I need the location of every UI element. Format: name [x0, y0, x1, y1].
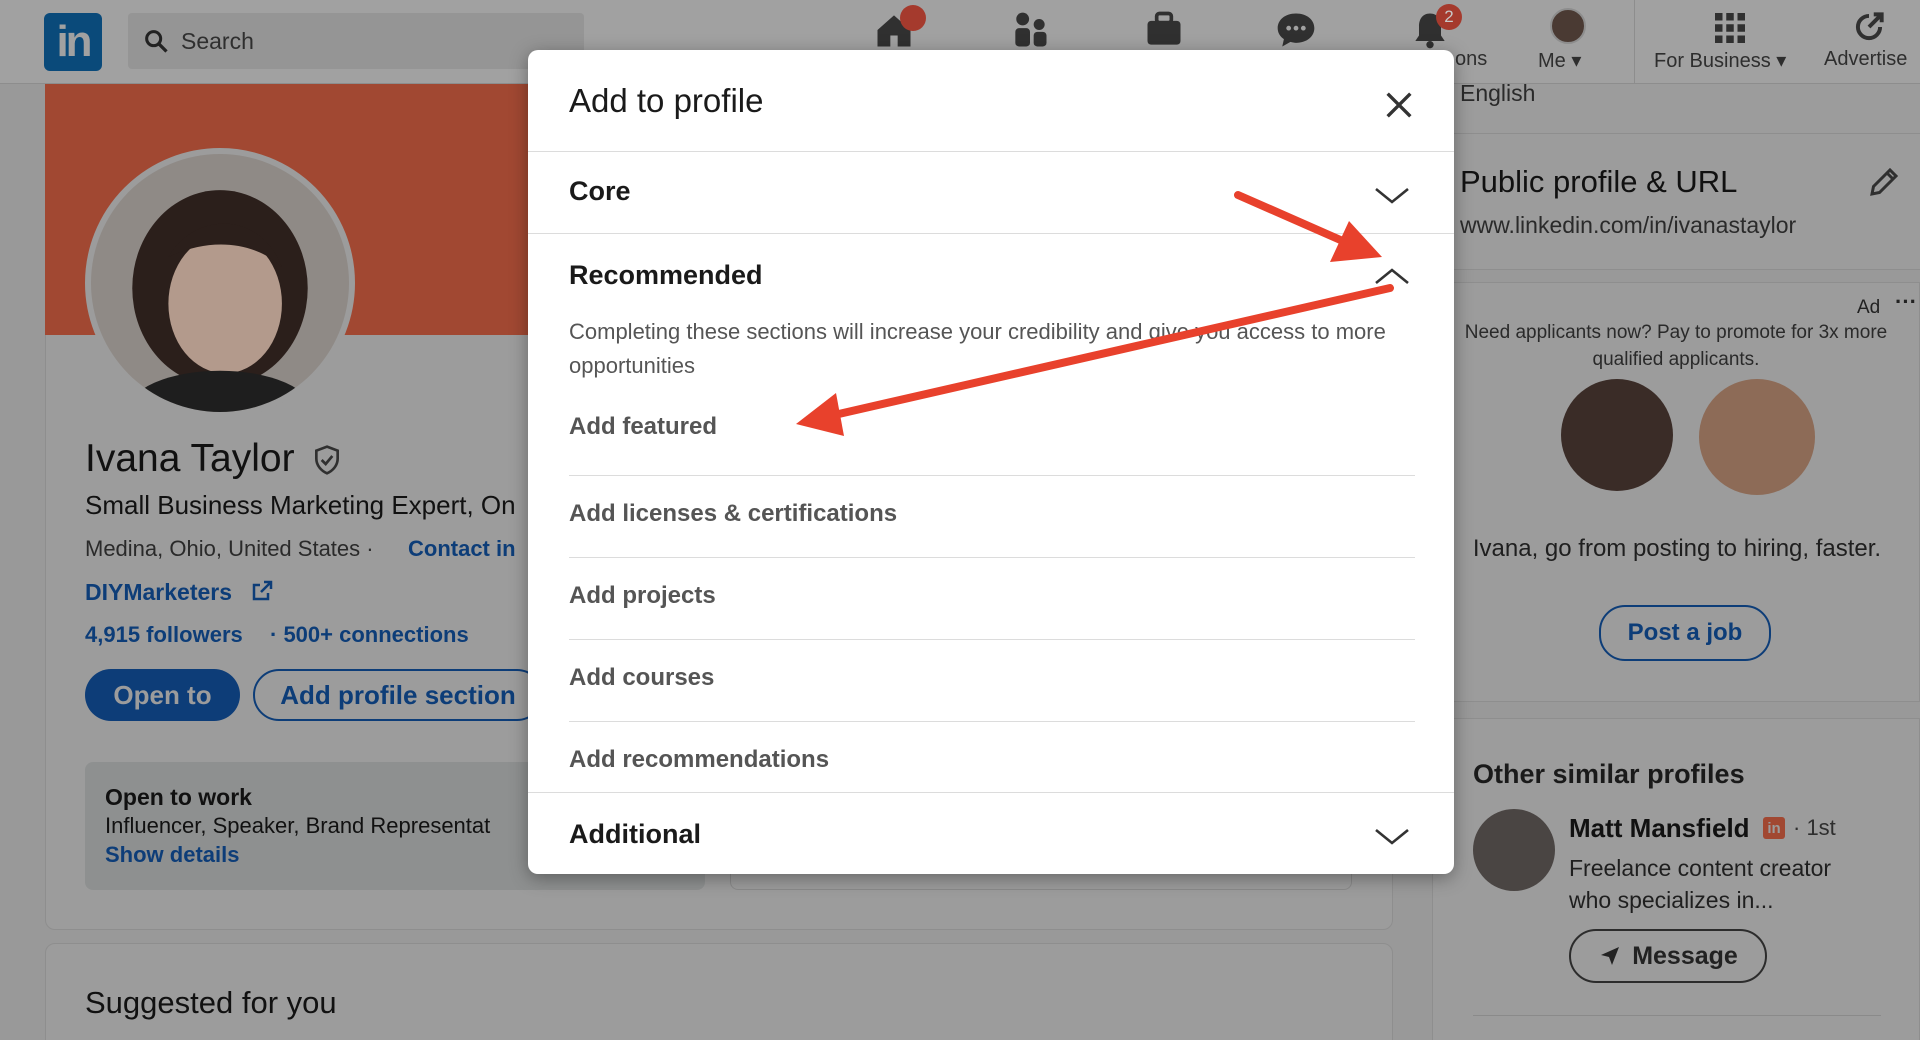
- chevron-down-icon[interactable]: [1374, 186, 1410, 206]
- profile-name: Ivana Taylor: [85, 437, 295, 480]
- section-additional[interactable]: Additional: [528, 792, 1454, 874]
- chevron-down-icon[interactable]: [1374, 827, 1410, 847]
- suggested-title: Suggested for you: [85, 985, 337, 1020]
- notifications-label: ons: [1455, 48, 1488, 70]
- search-placeholder: Search: [181, 28, 254, 54]
- close-icon[interactable]: [1382, 88, 1416, 122]
- chevron-down-icon: ▾: [1571, 50, 1582, 72]
- similar-profile-avatar[interactable]: [1473, 809, 1555, 891]
- recommended-description: Completing these sections will increase …: [569, 319, 1386, 378]
- similar-profile-headline-2: who specializes in...: [1569, 887, 1774, 913]
- add-projects-item[interactable]: Add projects: [569, 558, 1415, 640]
- linkedin-logo[interactable]: in: [44, 13, 102, 71]
- ad-user-avatar: [1561, 379, 1673, 491]
- profile-photo-image: [91, 154, 349, 412]
- external-link-icon: [252, 580, 273, 601]
- add-courses-item[interactable]: Add courses: [569, 640, 1415, 722]
- open-to-button[interactable]: Open to: [85, 669, 240, 721]
- show-details-link[interactable]: Show details: [105, 842, 239, 868]
- section-recommended-label: Recommended: [569, 260, 763, 290]
- profile-headline: Small Business Marketing Expert, On: [85, 490, 516, 520]
- language-text: English: [1460, 80, 1536, 106]
- website-link[interactable]: DIYMarketers: [85, 579, 232, 606]
- section-additional-label: Additional: [569, 819, 701, 849]
- message-button[interactable]: Message: [1569, 929, 1767, 983]
- add-courses-label: Add courses: [569, 664, 715, 691]
- profile-photo[interactable]: [85, 148, 355, 418]
- send-icon: [1601, 947, 1620, 965]
- modal-header: Add to profile: [528, 50, 1454, 152]
- similar-profiles-title: Other similar profiles: [1473, 759, 1745, 789]
- ad-text: Need applicants now? Pay to promote for …: [1464, 322, 1888, 370]
- section-core-label: Core: [569, 176, 631, 206]
- similar-profiles-card: Other similar profiles Matt Mansfield in…: [1432, 718, 1920, 1040]
- chevron-up-icon[interactable]: [1374, 266, 1410, 286]
- chevron-down-icon: ▾: [1776, 50, 1787, 72]
- network-icon[interactable]: [1008, 8, 1052, 52]
- add-projects-label: Add projects: [569, 582, 716, 609]
- ad-label: Ad: [1857, 297, 1881, 318]
- open-to-work-roles: Influencer, Speaker, Brand Representat: [105, 813, 491, 838]
- add-recommendations-label: Add recommendations: [569, 746, 830, 773]
- linkedin-premium-icon: in: [1763, 817, 1785, 839]
- home-badge: [900, 5, 926, 31]
- public-profile-title: Public profile & URL: [1460, 164, 1738, 199]
- language-card: English: [1432, 80, 1920, 134]
- search-icon: [145, 30, 168, 53]
- public-profile-card: Public profile & URL www.linkedin.com/in…: [1432, 134, 1920, 270]
- edit-pencil-icon[interactable]: [1866, 164, 1902, 200]
- advertise-link[interactable]: Advertise: [1824, 48, 1907, 71]
- section-recommended[interactable]: Recommended: [528, 234, 1454, 316]
- ad-candidates-illustration: [1699, 379, 1815, 495]
- followers-count[interactable]: 4,915 followers: [85, 622, 243, 648]
- add-licenses-item[interactable]: Add licenses & certifications: [569, 476, 1415, 558]
- add-to-profile-modal: Add to profile Core Recommended Completi…: [528, 50, 1454, 874]
- section-core[interactable]: Core: [528, 152, 1454, 234]
- modal-title: Add to profile: [569, 82, 764, 119]
- add-featured-label: Add featured: [569, 413, 718, 440]
- post-a-job-button[interactable]: Post a job: [1599, 605, 1771, 661]
- add-profile-section-button[interactable]: Add profile section: [253, 669, 543, 721]
- notifications-badge: 2: [1436, 4, 1462, 30]
- for-business-menu[interactable]: For Business ▾: [1654, 48, 1786, 73]
- similar-profile-name[interactable]: Matt Mansfield: [1569, 813, 1750, 844]
- profile-location: Medina, Ohio, United States ·: [85, 536, 374, 561]
- messaging-icon[interactable]: [1274, 8, 1318, 52]
- similar-profile-headline: Freelance content creator: [1569, 855, 1832, 881]
- divider: [1473, 1015, 1881, 1016]
- more-options-icon[interactable]: ···: [1895, 289, 1917, 315]
- add-licenses-label: Add licenses & certifications: [569, 500, 898, 527]
- add-featured-item[interactable]: Add featured: [569, 394, 1415, 476]
- me-avatar[interactable]: [1550, 8, 1586, 44]
- jobs-icon[interactable]: [1142, 8, 1186, 52]
- ad-tagline: Ivana, go from posting to hiring, faster…: [1472, 535, 1882, 562]
- open-to-work-title: Open to work: [105, 784, 252, 810]
- nav-divider: [1634, 0, 1635, 84]
- me-menu[interactable]: Me ▾: [1538, 48, 1581, 73]
- search-input[interactable]: Search: [128, 13, 584, 69]
- contact-info-link[interactable]: Contact in: [408, 536, 516, 562]
- advertise-icon[interactable]: [1850, 8, 1888, 46]
- verified-shield-icon[interactable]: [311, 443, 343, 477]
- message-button-label: Message: [1632, 941, 1738, 970]
- similar-profile-degree: · 1st: [1793, 815, 1836, 840]
- connections-count[interactable]: · 500+ connections: [270, 622, 469, 648]
- public-profile-url: www.linkedin.com/in/ivanastaylor: [1460, 212, 1797, 238]
- ad-card: Ad ··· Need applicants now? Pay to promo…: [1432, 282, 1920, 702]
- apps-grid-icon[interactable]: [1712, 10, 1748, 46]
